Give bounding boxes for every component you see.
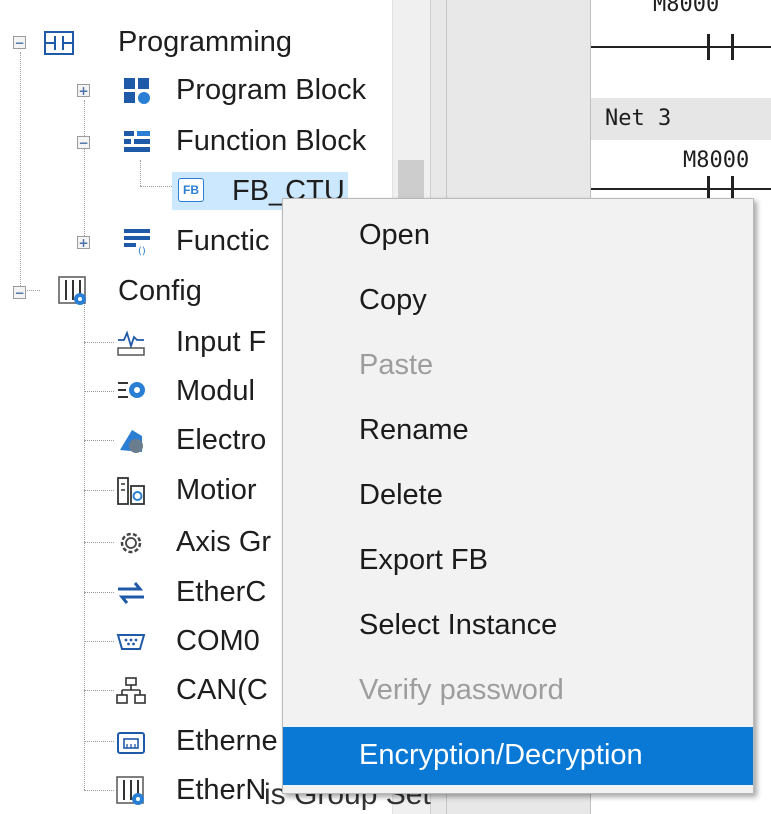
config-icon [58,276,86,305]
network-label: Net 3 [605,106,672,131]
electronic-cam-icon [120,430,143,453]
network-topology-icon [116,677,146,704]
contact-bar [731,34,734,60]
tree-item-label: EtherC [176,576,267,608]
module-icon [118,382,145,398]
tree-item-label: Programming [118,26,293,58]
tree-item-label: Electro [176,424,267,456]
tree-item-label: CAN(C [176,674,268,706]
contact-bar [707,176,710,200]
rung-wire [591,46,771,48]
fb-badge-icon: FB [178,178,204,202]
tree-item-label: Functic [176,225,270,257]
tree-connector [84,100,85,240]
expand-toggle[interactable]: + [77,84,90,97]
ethernet-port-icon [117,732,145,754]
rung-wire [591,188,771,190]
config-icon [116,776,144,805]
collapse-toggle[interactable]: − [77,136,90,149]
tree-item-label: EtherN [176,774,267,806]
menu-item-open[interactable]: Open [283,207,753,265]
menu-item-select-instance[interactable]: Select Instance [283,597,753,655]
collapse-toggle[interactable]: − [13,286,26,299]
menu-item-label: Open [359,219,430,251]
tree-item-label: Program Block [176,74,367,106]
menu-item-label: Verify password [359,674,564,706]
menu-item-label: Copy [359,284,427,316]
tree-item-label: Etherne [176,725,278,757]
motion-icon [117,477,145,505]
axis-group-gear-icon [120,532,142,554]
menu-item-rename[interactable]: Rename [283,402,753,460]
menu-item-label: Export FB [359,544,488,576]
tree-item-label: Config [118,275,202,307]
menu-item-export-fb[interactable]: Export FB [283,532,753,590]
tree-connector [84,641,114,642]
collapse-toggle[interactable]: − [13,36,26,49]
input-filter-icon [117,330,145,356]
tree-connector [84,741,114,742]
svg-text:(): () [138,246,146,256]
contact-address: M8000 [683,148,750,173]
menu-item-copy[interactable]: Copy [283,272,753,330]
function-block-icon [124,131,150,152]
menu-item-label: Encryption/Decryption [359,739,643,771]
tree-item-label: Motior [176,474,257,506]
tree-connector [84,490,114,491]
expand-toggle[interactable]: + [77,236,90,249]
menu-item-verify-password: Verify password [283,662,753,720]
ladder-contact-icon [44,31,74,55]
contact-bar [731,176,734,200]
menu-item-label: Delete [359,479,443,511]
context-menu: Open Copy Paste Rename Delete Export FB … [282,198,754,794]
tree-connector [84,300,85,790]
tree-connector [20,52,21,292]
menu-item-label: Rename [359,414,469,446]
menu-item-label: Select Instance [359,609,558,641]
tree-connector [84,440,114,441]
contact-address: M8000 [653,0,720,17]
tree-connector [84,592,114,593]
menu-item-delete[interactable]: Delete [283,467,753,525]
menu-item-paste: Paste [283,337,753,395]
tree-connector [84,542,114,543]
tree-connector [84,690,114,691]
tree-item-label: Axis Gr [176,526,272,558]
program-block-icon [124,78,150,104]
function-icon: () [124,229,150,256]
tree-connector [84,391,114,392]
ethercat-arrows-icon [118,582,144,604]
serial-port-icon [116,634,146,650]
tree-item-label: Modul [176,375,255,407]
network-header[interactable]: Net 3 [591,98,771,140]
menu-item-encryption-decryption[interactable]: Encryption/Decryption [283,727,753,785]
tree-connector [84,790,114,791]
tree-item-label: Input F [176,326,267,358]
menu-item-label: Paste [359,349,434,381]
tree-connector [84,342,114,343]
tree-item-label: Function Block [176,125,367,157]
contact-bar [707,34,710,60]
tree-item-label: COM0 [176,625,260,657]
tree-connector [140,160,141,186]
